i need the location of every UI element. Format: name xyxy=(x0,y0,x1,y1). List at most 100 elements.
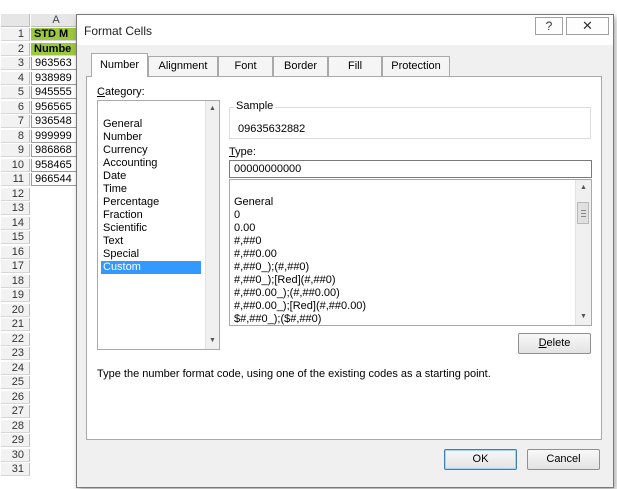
format-code-item[interactable]: General xyxy=(234,196,273,209)
tab-border[interactable]: Border xyxy=(273,56,328,76)
row-header[interactable]: 11 xyxy=(1,173,30,186)
header-cell[interactable]: STD M xyxy=(31,28,81,41)
row-header[interactable]: 25 xyxy=(1,376,30,389)
row-header[interactable]: 10 xyxy=(1,158,30,172)
data-cell[interactable]: 999999 xyxy=(31,129,81,143)
data-cell[interactable]: 936548 xyxy=(31,115,81,128)
dialog-title: Format Cells xyxy=(84,24,153,38)
category-scrollbar[interactable]: ▲ ▼ xyxy=(205,101,219,349)
ok-button[interactable]: OK xyxy=(444,449,517,470)
row-header[interactable]: 12 xyxy=(1,187,30,201)
row-header[interactable]: 31 xyxy=(1,463,30,476)
category-item[interactable]: Time xyxy=(101,183,201,196)
row-header[interactable]: 27 xyxy=(1,405,30,418)
category-item[interactable]: Accounting xyxy=(101,157,201,170)
sample-group: Sample 09635632882 xyxy=(229,100,591,139)
data-cell[interactable]: 958465 xyxy=(31,158,81,172)
format-list-scroll-thumb[interactable] xyxy=(577,202,589,224)
row-header[interactable]: 1 xyxy=(1,28,30,41)
grip-line xyxy=(581,210,586,211)
format-code-item[interactable]: #,##0.00 xyxy=(234,248,277,261)
data-cell[interactable]: 986868 xyxy=(31,144,81,157)
tab-protection[interactable]: Protection xyxy=(382,56,450,76)
category-label: Category: xyxy=(97,86,145,98)
tab-number[interactable]: Number xyxy=(91,53,148,77)
tab-font[interactable]: Font xyxy=(218,56,273,76)
row-header[interactable]: 26 xyxy=(1,390,30,404)
row-header[interactable]: 14 xyxy=(1,216,30,230)
cancel-button[interactable]: Cancel xyxy=(527,449,600,470)
type-label: Type: xyxy=(229,146,256,158)
category-listbox[interactable]: General Number Currency Accounting Date Time P… xyxy=(97,100,220,350)
data-cell[interactable]: 963563 xyxy=(31,57,81,70)
sample-label: Sample xyxy=(234,100,276,112)
help-button[interactable]: ? xyxy=(535,17,563,35)
data-cell[interactable]: 956565 xyxy=(31,100,81,114)
format-code-item[interactable]: 0.00 xyxy=(234,222,255,235)
row-header[interactable]: 6 xyxy=(1,100,30,114)
row-header[interactable]: 20 xyxy=(1,303,30,317)
format-code-item[interactable]: #,##0.00_);(#,##0.00) xyxy=(234,287,340,300)
category-item[interactable]: Custom xyxy=(101,261,201,274)
category-item[interactable]: Currency xyxy=(101,144,201,157)
row-header[interactable]: 3 xyxy=(1,57,30,70)
row-header[interactable]: 8 xyxy=(1,129,30,143)
format-code-item[interactable]: #,##0 xyxy=(234,235,262,248)
close-button[interactable]: ✕ xyxy=(566,17,609,35)
row-header[interactable]: 23 xyxy=(1,347,30,360)
data-cell[interactable]: 945555 xyxy=(31,86,81,99)
tab-fill[interactable]: Fill xyxy=(328,56,382,76)
category-item[interactable]: Date xyxy=(101,170,201,183)
row-header[interactable]: 7 xyxy=(1,115,30,128)
row-header[interactable]: 4 xyxy=(1,71,30,85)
row-header[interactable]: 13 xyxy=(1,202,30,215)
row-header[interactable]: 21 xyxy=(1,318,30,331)
row-header[interactable]: 5 xyxy=(1,86,30,99)
format-cells-dialog: Format Cells ? ✕ Number Alignment Font B… xyxy=(76,14,614,488)
scroll-up-icon[interactable]: ▲ xyxy=(209,105,216,113)
row-header[interactable]: 28 xyxy=(1,419,30,433)
data-cell[interactable]: 966544 xyxy=(31,173,81,186)
format-code-item[interactable]: 0 xyxy=(234,209,240,222)
format-code-listbox[interactable]: General 0 0.00 #,##0 #,##0.00 #,##0_);(#,##0)… xyxy=(229,179,592,326)
grip-line xyxy=(581,216,586,217)
category-item[interactable]: Number xyxy=(101,131,201,144)
row-header[interactable]: 24 xyxy=(1,361,30,375)
category-item[interactable]: Fraction xyxy=(101,209,201,222)
scroll-down-icon[interactable]: ▼ xyxy=(209,337,216,345)
type-input[interactable]: 00000000000 xyxy=(229,160,592,178)
row-header[interactable]: 29 xyxy=(1,434,30,447)
row-header[interactable]: 15 xyxy=(1,231,30,244)
format-description: Type the number format code, using one o… xyxy=(97,368,491,380)
data-cell[interactable]: 938989 xyxy=(31,71,81,85)
delete-button[interactable]: Delete xyxy=(518,333,591,354)
scroll-down-icon[interactable]: ▼ xyxy=(580,313,587,321)
sample-value: 09635632882 xyxy=(238,123,306,135)
row-header[interactable]: 18 xyxy=(1,274,30,288)
category-item[interactable]: Percentage xyxy=(101,196,201,209)
format-code-item[interactable]: #,##0_);[Red](#,##0) xyxy=(234,274,336,287)
header-cell[interactable]: Numbe xyxy=(31,42,81,56)
help-icon: ? xyxy=(545,19,553,33)
select-all-corner[interactable] xyxy=(1,14,30,27)
row-header[interactable]: 22 xyxy=(1,332,30,346)
row-header[interactable]: 17 xyxy=(1,260,30,273)
format-code-item[interactable]: #,##0_);(#,##0) xyxy=(234,261,309,274)
row-header[interactable]: 19 xyxy=(1,289,30,302)
row-header[interactable]: 16 xyxy=(1,245,30,259)
row-header[interactable]: 9 xyxy=(1,144,30,157)
scroll-up-icon[interactable]: ▲ xyxy=(580,184,587,192)
row-header[interactable]: 30 xyxy=(1,448,30,462)
format-code-item[interactable]: #,##0.00_);[Red](#,##0.00) xyxy=(234,300,366,313)
format-code-item[interactable]: $#,##0_);($#,##0) xyxy=(234,313,321,325)
category-item[interactable]: Scientific xyxy=(101,222,201,235)
dialog-titlebar[interactable]: Format Cells ? ✕ xyxy=(77,15,613,45)
category-item[interactable]: Text xyxy=(101,235,201,248)
close-icon: ✕ xyxy=(582,18,593,33)
category-item[interactable]: General xyxy=(101,118,201,131)
category-item[interactable]: Special xyxy=(101,248,201,261)
grip-line xyxy=(581,213,586,214)
column-header-a[interactable]: A xyxy=(31,14,81,27)
tab-alignment[interactable]: Alignment xyxy=(148,56,218,76)
row-header[interactable]: 2 xyxy=(1,42,30,56)
